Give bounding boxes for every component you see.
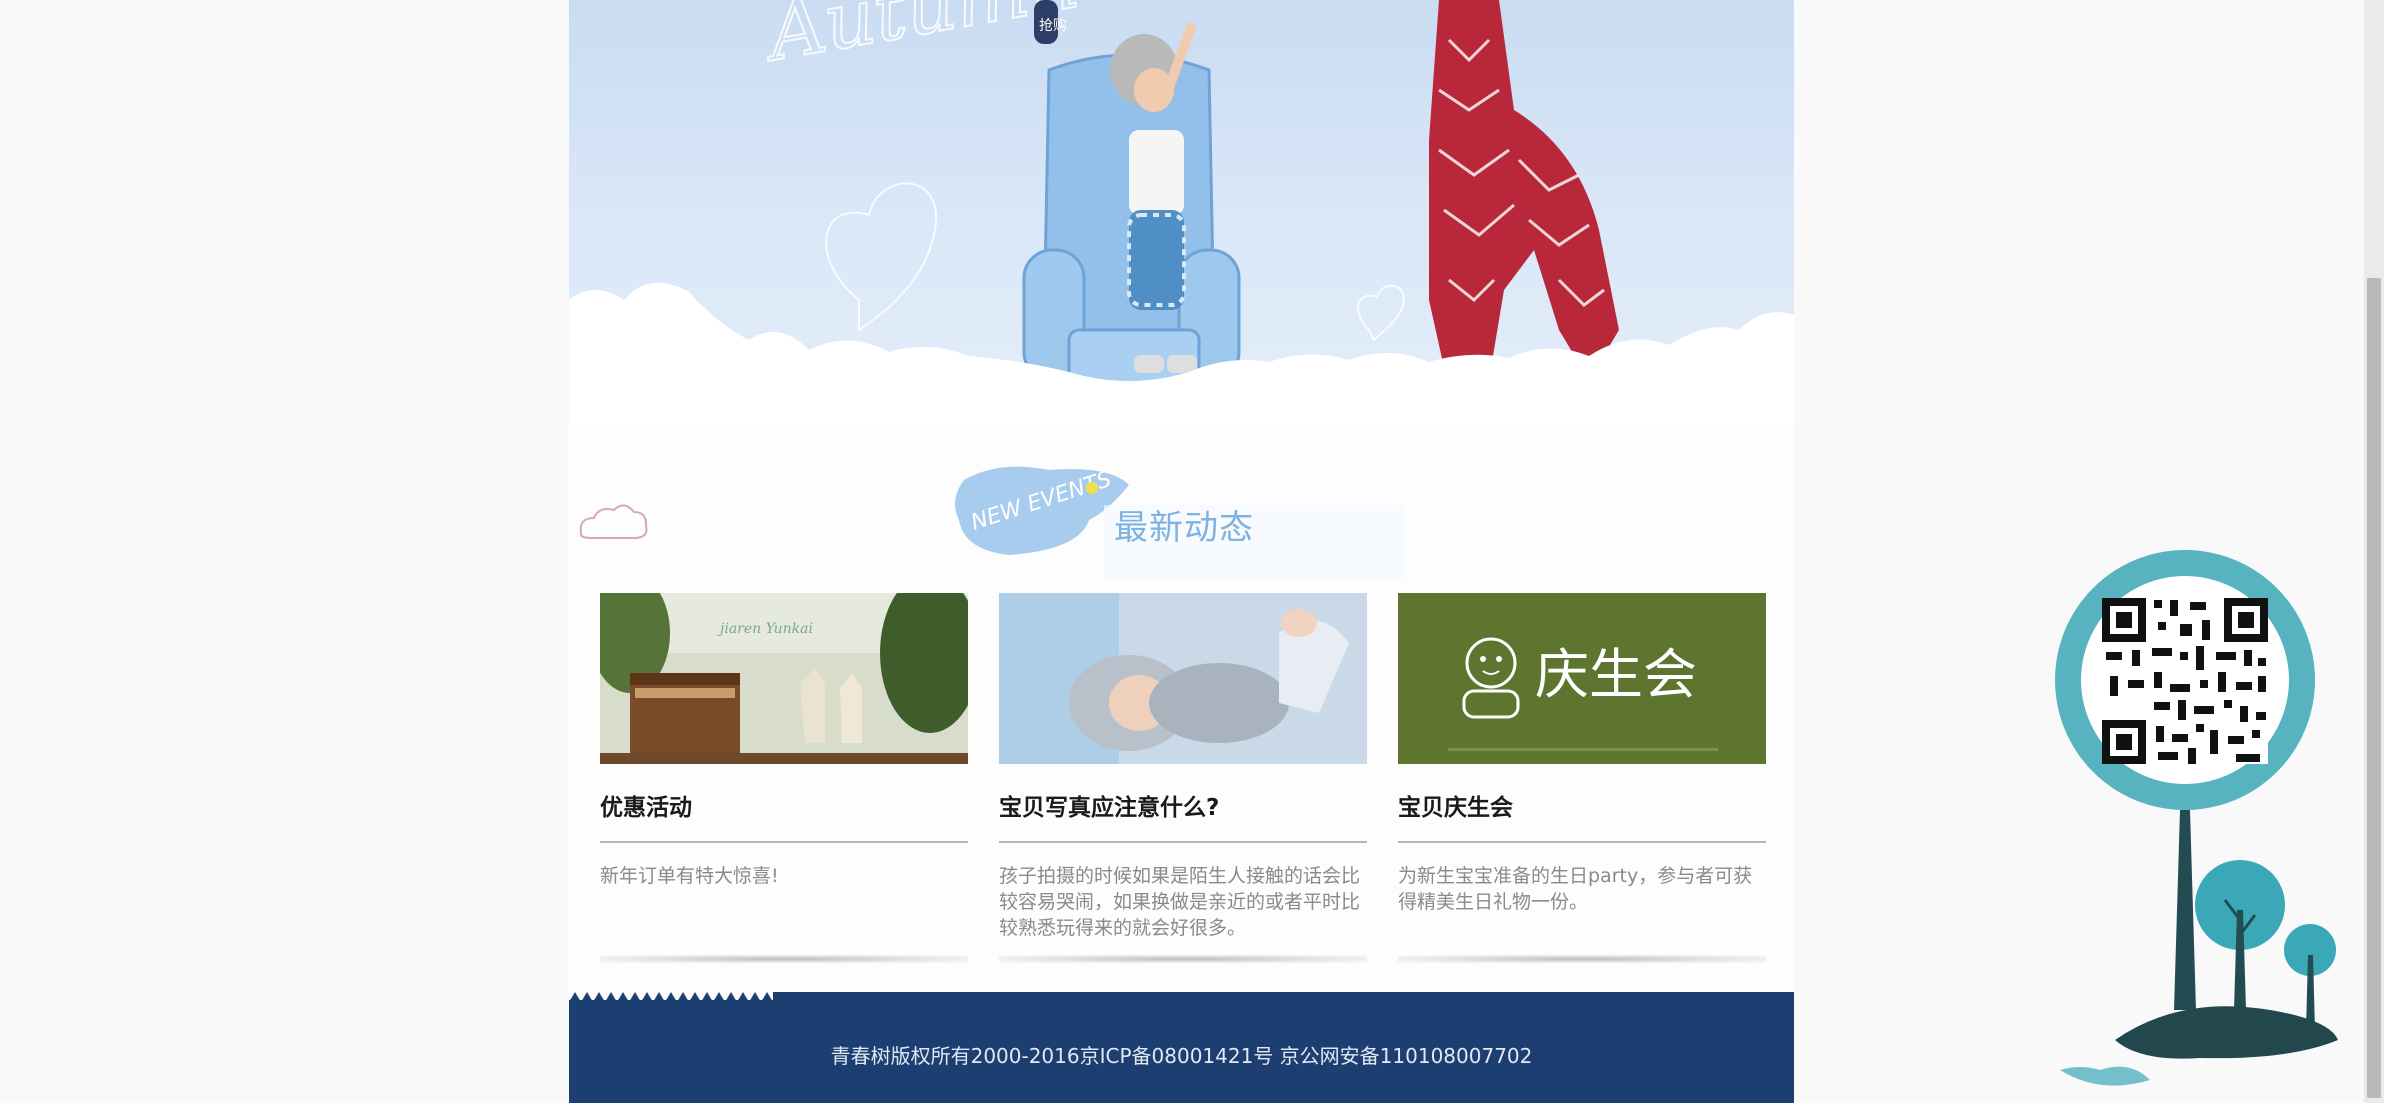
qr-code-tree-widget[interactable] (2040, 540, 2350, 1095)
news-section-header: NEW EVENTS 最新动态 (569, 440, 1794, 580)
baby-photo (999, 593, 1367, 764)
birthday-banner: 庆生会 (1398, 593, 1766, 764)
scrollbar-thumb[interactable] (2367, 278, 2381, 1098)
qr-code-icon (2102, 598, 2268, 764)
page-container: Autumn 抢购 NEW EVENTS 最新动态 jiaren Yunkai … (569, 0, 1794, 1103)
piano-photo: jiaren Yunkai (600, 593, 968, 764)
card-thumbnail-birthday[interactable]: 庆生会 (1398, 593, 1766, 764)
card-shadow (600, 955, 968, 963)
child-pants (1129, 210, 1184, 310)
giraffe-body (1429, 0, 1619, 390)
footer-copyright: 青春树版权所有2000-2016京ICP备08001421号 京公网安备1101… (830, 1044, 1533, 1068)
cloud-outline-icon (579, 504, 648, 539)
hero-illustration: Autumn 抢购 (569, 0, 1794, 425)
card-divider (1398, 841, 1766, 843)
tree-trunk (2174, 810, 2196, 1010)
photo-brand-text: jiaren Yunkai (717, 621, 813, 637)
card-shadow (999, 955, 1367, 963)
birthday-banner-text: 庆生会 (1535, 643, 1697, 706)
card-thumbnail-piano[interactable]: jiaren Yunkai (600, 593, 968, 764)
footer-zigzag-edge (569, 992, 1794, 1002)
badge-dot-icon (1086, 482, 1098, 494)
news-card-baby-photo[interactable]: 宝贝写真应注意什么? 孩子拍摄的时候如果是陌生人接触的话会比较容易哭闹，如果换做… (999, 593, 1367, 963)
heart-outline-icon-2 (1357, 284, 1405, 342)
card-description: 孩子拍摄的时候如果是陌生人接触的话会比较容易哭闹，如果换做是亲近的或者平时比较熟… (999, 865, 1361, 939)
qr-tree-illustration (2055, 550, 2338, 1086)
news-card-birthday[interactable]: 庆生会 宝贝庆生会 为新生宝宝准备的生日party，参与者可获得精美生日礼物一份… (1398, 593, 1766, 963)
card-shadow (1398, 955, 1766, 963)
child-shoe-right (1167, 355, 1197, 373)
card-thumbnail-baby[interactable] (999, 593, 1367, 764)
card-description: 为新生宝宝准备的生日party，参与者可获得精美生日礼物一份。 (1398, 865, 1753, 913)
page-scrollbar[interactable] (2364, 0, 2384, 1103)
card-title[interactable]: 宝贝写真应注意什么? (999, 788, 1219, 822)
card-divider (999, 841, 1367, 843)
hero-banner[interactable]: Autumn 抢购 (569, 0, 1794, 425)
tree-island (2115, 1006, 2338, 1059)
card-divider (600, 841, 968, 843)
card-description: 新年订单有特大惊喜! (600, 865, 779, 887)
page-footer: 青春树版权所有2000-2016京ICP备08001421号 京公网安备1101… (569, 992, 1794, 1103)
card-title[interactable]: 宝贝庆生会 (1398, 788, 1513, 822)
child-shirt (1129, 130, 1184, 215)
section-title: 最新动态 (1114, 508, 1254, 548)
heart-outline-icon (825, 182, 937, 332)
news-card-promotion[interactable]: jiaren Yunkai 优惠活动 新年订单有特大惊喜! (600, 593, 968, 963)
child-shoe-left (1134, 355, 1164, 373)
card-title[interactable]: 优惠活动 (600, 788, 692, 822)
hero-tag-text: 抢购 (1039, 17, 1067, 34)
